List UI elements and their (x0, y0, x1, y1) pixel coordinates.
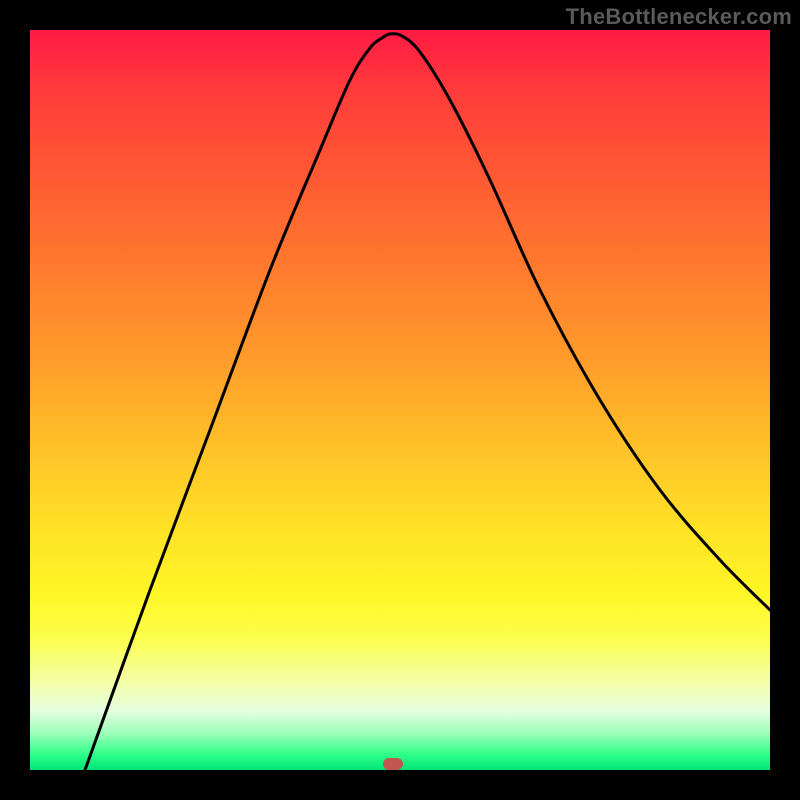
watermark-text: TheBottlenecker.com (566, 4, 792, 30)
bottleneck-curve (85, 34, 770, 770)
chart-area (30, 30, 770, 770)
curve-svg (30, 30, 770, 770)
optimal-marker (383, 758, 403, 770)
